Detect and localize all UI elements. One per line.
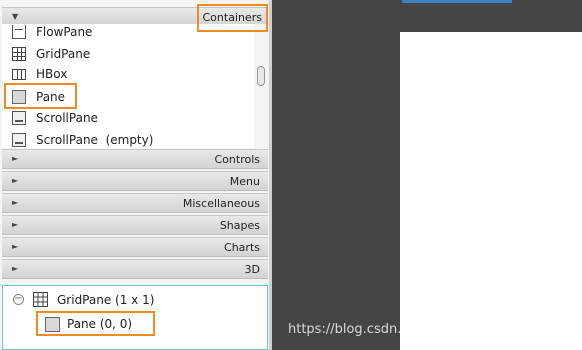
scrollpane-icon — [12, 111, 26, 125]
section-header-charts[interactable]: ► Charts — [2, 237, 268, 257]
content-canvas[interactable] — [400, 32, 582, 350]
expanded-arrow-icon: ▼ — [12, 12, 19, 21]
item-label: ScrollPane — [36, 111, 98, 125]
collapsed-arrow-icon: ► — [12, 264, 19, 273]
section-label: Shapes — [219, 219, 260, 232]
section-label: Charts — [224, 241, 260, 254]
collapsed-arrow-icon: ► — [12, 154, 19, 163]
section-label: Menu — [229, 175, 260, 188]
scrollpane-icon — [12, 133, 26, 147]
watermark: https://blog.csdn.net/zhuohui307317684 — [288, 322, 553, 337]
list-item-hbox[interactable]: HBox — [10, 64, 250, 84]
section-header-controls[interactable]: ► Controls — [2, 149, 268, 169]
library-panel: ▼ Containers FlowPane GridPane HBox Pane… — [0, 0, 270, 350]
list-item-gridpane[interactable]: GridPane — [10, 44, 250, 64]
collapsed-arrow-icon: ► — [12, 176, 19, 185]
section-label: Controls — [214, 153, 261, 166]
scrollbar-track[interactable] — [254, 24, 268, 148]
collapsed-arrow-icon: ► — [12, 242, 19, 251]
item-label: FlowPane — [36, 25, 93, 39]
collapsed-arrow-icon: ► — [12, 220, 19, 229]
tab-indicator — [402, 0, 512, 3]
hbox-icon — [12, 69, 26, 80]
item-label: ScrollPane (empty) — [36, 133, 154, 147]
item-label: HBox — [36, 67, 68, 81]
section-label: Miscellaneous — [182, 197, 260, 210]
gridpane-icon — [33, 292, 48, 307]
highlight-containers — [197, 4, 268, 32]
section-header-miscellaneous[interactable]: ► Miscellaneous — [2, 193, 268, 213]
section-header-shapes[interactable]: ► Shapes — [2, 215, 268, 235]
section-label: 3D — [244, 263, 260, 276]
item-label: GridPane — [36, 47, 91, 61]
list-item-scrollpane[interactable]: ScrollPane — [10, 108, 250, 128]
highlight-pane-node — [36, 311, 155, 336]
scrollbar-thumb[interactable] — [257, 66, 265, 86]
section-header-3d[interactable]: ► 3D — [2, 259, 268, 279]
gridpane-icon — [12, 47, 26, 61]
flowpane-icon — [12, 25, 26, 39]
design-canvas-area — [272, 0, 582, 350]
tree-node-gridpane[interactable]: GridPane (1 x 1) — [57, 293, 154, 307]
highlight-pane-item — [4, 83, 77, 109]
section-header-menu[interactable]: ► Menu — [2, 171, 268, 191]
list-item-scrollpane-empty[interactable]: ScrollPane (empty) — [10, 130, 250, 148]
collapsed-arrow-icon: ► — [12, 198, 19, 207]
collapse-icon[interactable]: − — [13, 294, 24, 305]
